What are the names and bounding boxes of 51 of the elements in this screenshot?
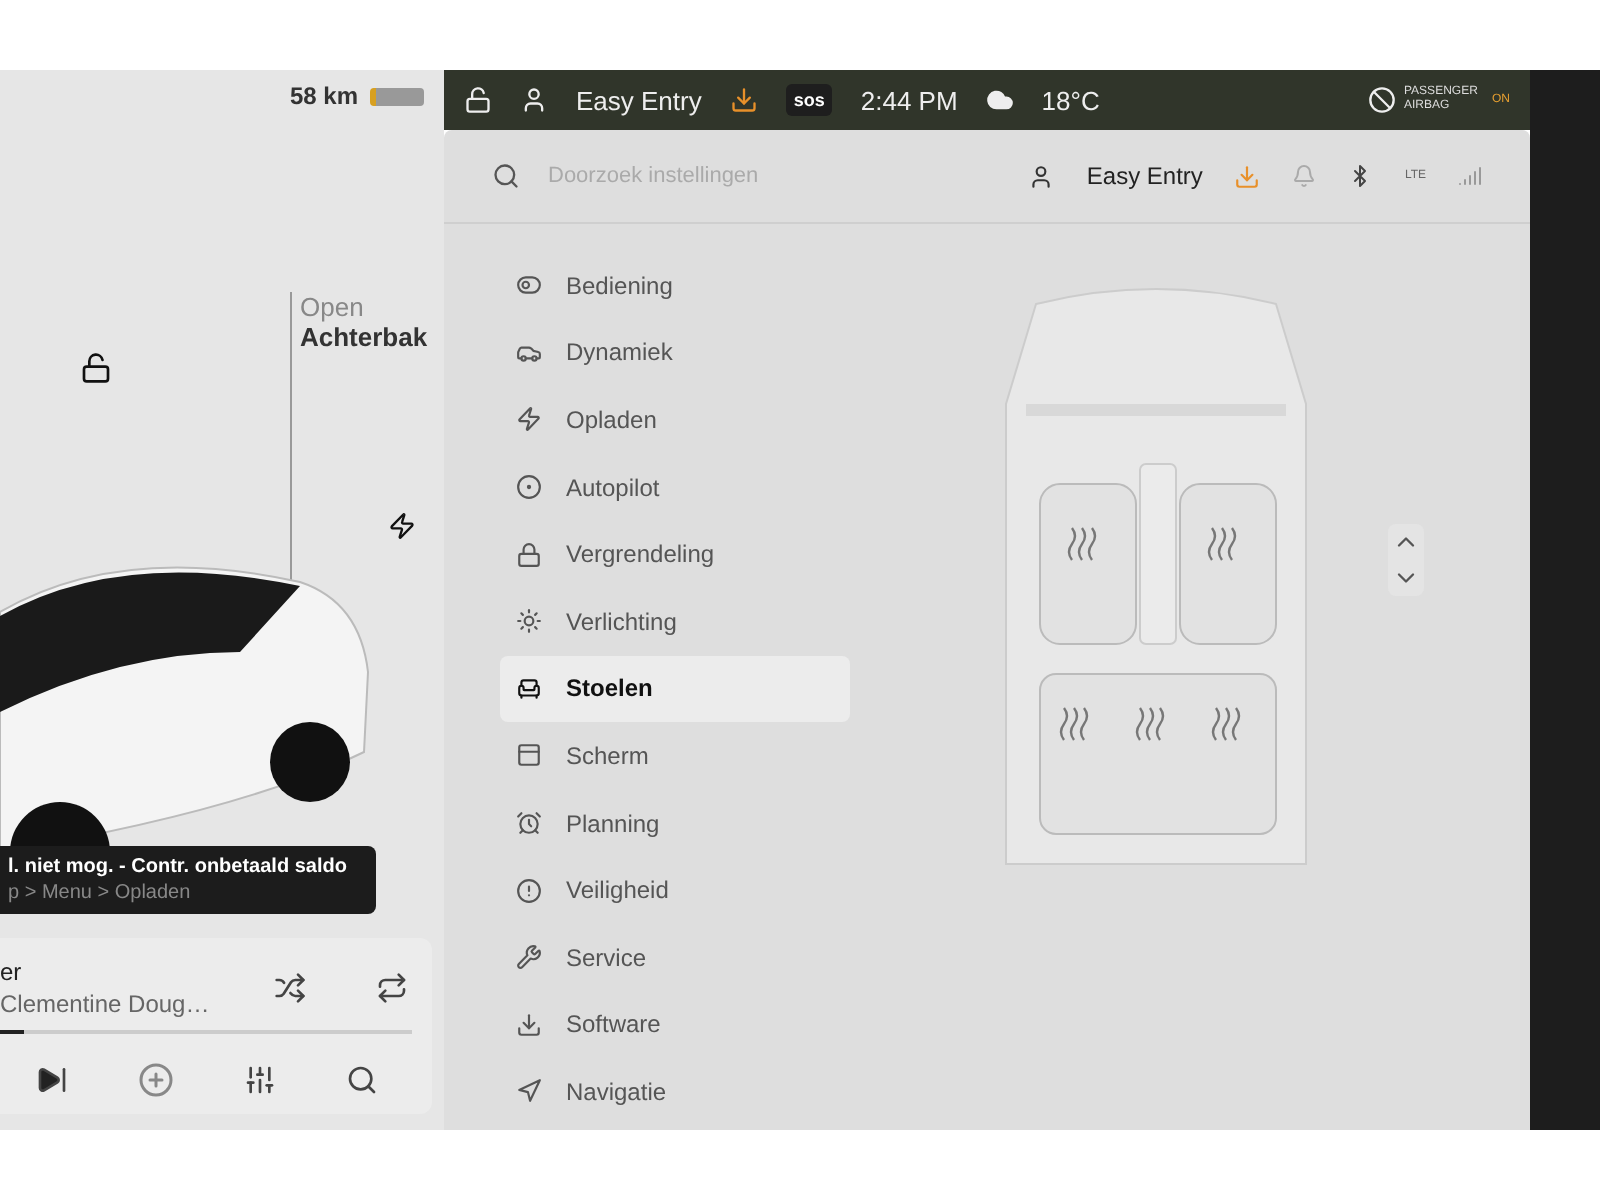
- profile-name[interactable]: Easy Entry: [576, 85, 702, 115]
- settings-menu-item[interactable]: Scherm: [500, 722, 850, 790]
- seat-heater-icon[interactable]: [1135, 707, 1165, 741]
- settings-menu-item[interactable]: Stoelen: [500, 655, 850, 723]
- settings-menu-item[interactable]: Vergrendeling: [500, 520, 850, 588]
- notification-path: p > Menu > Opladen: [8, 882, 193, 904]
- range-text: 58 km: [289, 82, 358, 110]
- alarm-clock-icon: [516, 810, 542, 837]
- seat-heater-icon[interactable]: [1211, 707, 1241, 741]
- settings-menu-item[interactable]: Navigatie: [500, 1058, 850, 1126]
- seat-heater-icon[interactable]: [1207, 527, 1237, 561]
- navigation-icon: [516, 1078, 542, 1105]
- settings-menu-item[interactable]: Verlichting: [500, 587, 850, 656]
- seat-icon: [516, 675, 542, 702]
- lightning-icon: [516, 406, 542, 433]
- settings-menu-item[interactable]: Autopilot: [500, 453, 850, 521]
- settings-menu-item[interactable]: Software: [500, 991, 850, 1059]
- track-artist: Clementine Doug…: [0, 990, 210, 1018]
- signal-icon: [1458, 164, 1482, 188]
- screen-icon: [516, 742, 542, 769]
- settings-menu-item[interactable]: Planning: [500, 789, 850, 857]
- track-title: er: [0, 958, 24, 986]
- sun-icon: [516, 608, 542, 635]
- lock-icon: [516, 541, 542, 568]
- download-icon: [516, 1011, 542, 1038]
- user-icon[interactable]: [520, 86, 548, 114]
- search-icon[interactable]: [492, 162, 520, 190]
- sos-button[interactable]: sos: [785, 84, 833, 116]
- notification-title: l. niet mog. - Contr. onbetaald saldo: [8, 856, 349, 878]
- temperature-text: 18°C: [1041, 85, 1100, 115]
- settings-menu-item[interactable]: Veiligheid: [500, 856, 850, 924]
- user-icon[interactable]: [1028, 163, 1055, 189]
- wrench-icon: [516, 944, 542, 971]
- trunk-label[interactable]: Achterbak: [300, 322, 428, 352]
- profile-name[interactable]: Easy Entry: [1086, 162, 1203, 190]
- toggle-icon: [516, 272, 542, 299]
- download-icon[interactable]: [729, 86, 758, 114]
- clock-text: 2:44 PM: [860, 85, 958, 115]
- settings-menu-item[interactable]: Dynamiek: [500, 319, 850, 387]
- seat-heater-icon[interactable]: [1059, 707, 1089, 741]
- battery-icon: [370, 87, 424, 105]
- settings-menu-item[interactable]: Service: [500, 923, 850, 992]
- seat-heater-icon[interactable]: [1067, 527, 1097, 561]
- settings-menu-item[interactable]: Bediening: [500, 252, 850, 320]
- notification-toast[interactable]: l. niet mog. - Contr. onbetaald saldo p > Menu > Opladen: [0, 846, 376, 914]
- lock-open-icon[interactable]: [80, 352, 112, 384]
- settings-menu-item[interactable]: Opladen: [500, 386, 850, 454]
- trunk-state-text[interactable]: Open: [300, 292, 428, 322]
- lock-open-icon[interactable]: [464, 86, 492, 114]
- alert-icon: [516, 877, 542, 904]
- cloud-icon: [985, 86, 1014, 114]
